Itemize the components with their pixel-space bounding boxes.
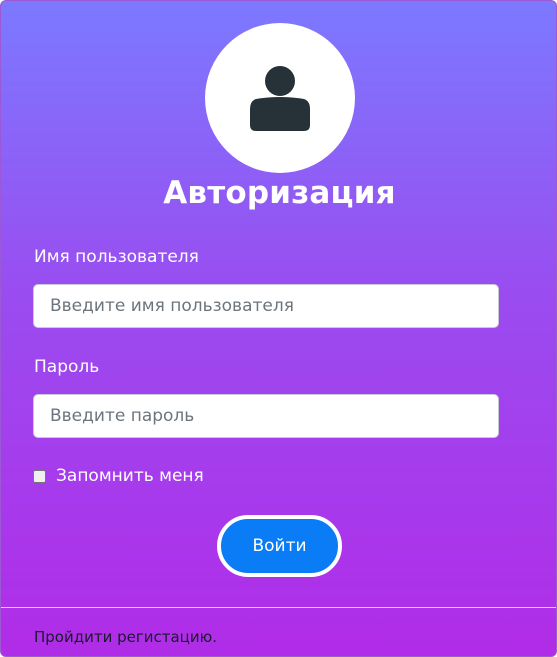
remember-label: Запомнить меня bbox=[56, 466, 204, 486]
remember-checkbox[interactable] bbox=[33, 469, 46, 483]
username-label: Имя пользователя bbox=[34, 247, 199, 267]
register-link[interactable]: Пройдити регистацию. bbox=[34, 628, 217, 646]
user-icon bbox=[250, 66, 310, 131]
login-card: Авторизация Имя пользователя Пароль Запо… bbox=[0, 0, 557, 657]
avatar bbox=[205, 23, 355, 173]
password-input[interactable] bbox=[33, 394, 499, 438]
remember-me[interactable]: Запомнить меня bbox=[33, 466, 204, 486]
login-button[interactable]: Войти bbox=[217, 515, 342, 577]
page-title: Авторизация bbox=[163, 175, 396, 211]
password-label: Пароль bbox=[34, 357, 100, 377]
divider bbox=[1, 607, 556, 608]
username-input[interactable] bbox=[33, 284, 499, 328]
